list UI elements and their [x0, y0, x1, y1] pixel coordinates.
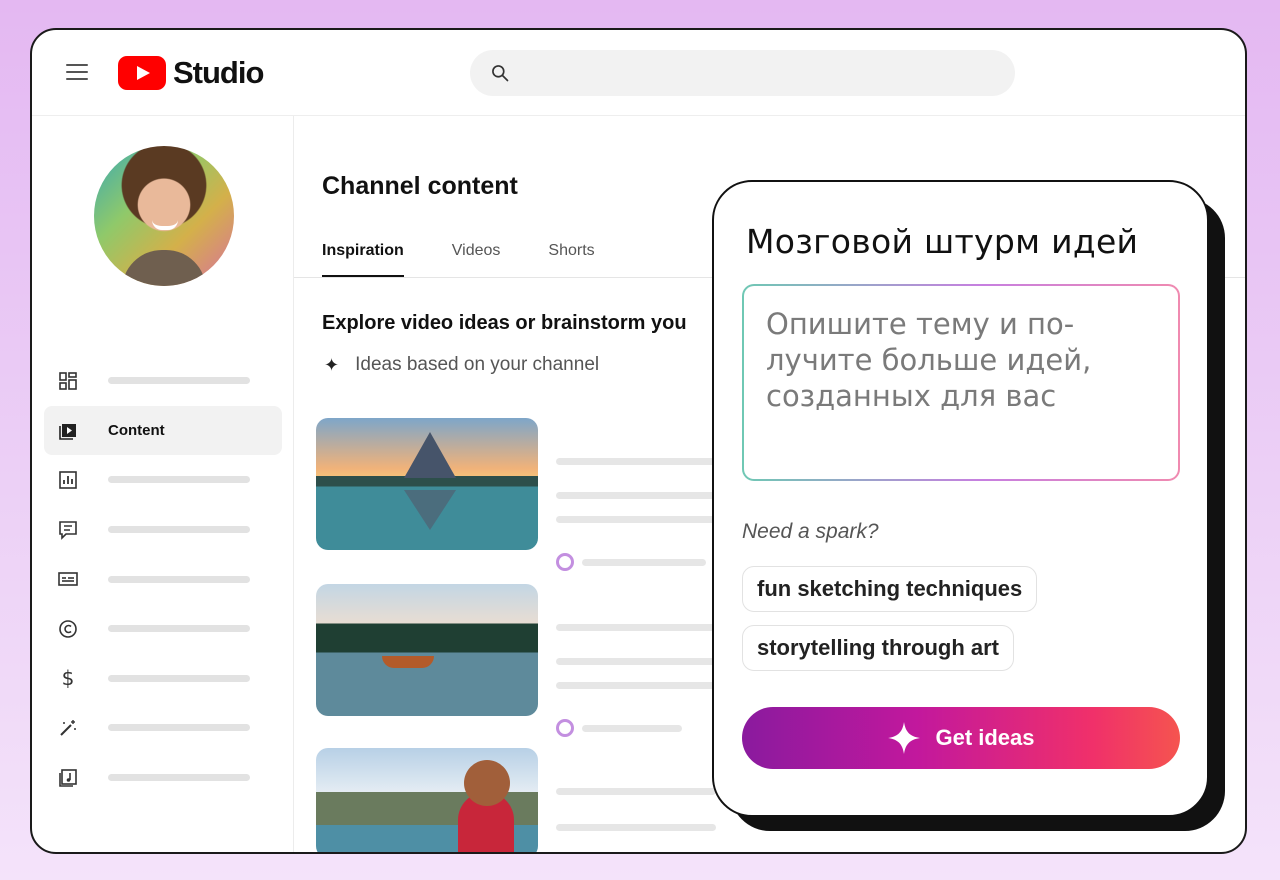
sidebar-item-placeholder — [108, 724, 250, 732]
sparkle-icon — [888, 722, 921, 754]
sparkle-icon: ✦ — [324, 354, 340, 375]
brainstorm-title: Мозговой штурм идей — [746, 222, 1139, 261]
idea-title-placeholder — [556, 458, 716, 465]
idea-text-placeholder — [556, 824, 716, 831]
idea-title-placeholder — [556, 788, 716, 795]
search-input[interactable] — [470, 50, 1015, 96]
content-icon — [59, 424, 76, 441]
tab-shorts[interactable]: Shorts — [548, 242, 594, 278]
suggestion-chip[interactable]: storytelling through art — [742, 625, 1014, 671]
topic-prompt-field[interactable] — [742, 284, 1180, 481]
tab-videos[interactable]: Videos — [452, 242, 501, 278]
suggestion-chip[interactable]: fun sketching techniques — [742, 566, 1038, 612]
loading-ring-icon — [556, 719, 574, 737]
sidebar-nav: Content $ — [44, 356, 282, 802]
idea-text-placeholder — [556, 682, 716, 689]
sidebar-item-audio-library[interactable] — [44, 753, 282, 803]
sidebar: Content $ — [32, 116, 294, 852]
thumbnail-reflection — [404, 490, 456, 530]
sidebar-item-customization[interactable] — [44, 703, 282, 753]
video-idea-thumbnail[interactable] — [316, 748, 538, 852]
topic-prompt-input[interactable] — [766, 306, 1156, 456]
tab-inspiration[interactable]: Inspiration — [322, 242, 404, 278]
idea-meta-placeholder — [582, 725, 682, 732]
sidebar-item-copyright[interactable] — [44, 604, 282, 654]
explore-heading: Explore video ideas or brainstorm you — [322, 312, 687, 334]
idea-meta-placeholder — [582, 559, 706, 566]
sidebar-item-placeholder — [108, 377, 250, 385]
sidebar-item-placeholder — [108, 774, 250, 782]
get-ideas-label: Get ideas — [935, 725, 1035, 750]
idea-text-placeholder — [556, 516, 716, 523]
get-ideas-button[interactable]: Get ideas — [742, 707, 1180, 769]
sidebar-item-dashboard[interactable] — [44, 356, 282, 406]
thumbnail-mountain — [404, 432, 456, 478]
sidebar-item-placeholder — [108, 526, 250, 534]
ideas-label: Ideas based on your channel — [355, 354, 600, 375]
sidebar-item-placeholder — [108, 625, 250, 633]
sidebar-item-earn[interactable]: $ — [44, 654, 282, 704]
sidebar-item-placeholder — [108, 674, 250, 682]
avatar-shirt — [122, 250, 206, 286]
idea-text-placeholder — [556, 658, 716, 665]
thumbnail-boat — [382, 656, 434, 668]
channel-avatar[interactable] — [94, 146, 234, 286]
sidebar-item-subtitles[interactable] — [44, 554, 282, 604]
dollar-icon: $ — [61, 666, 75, 691]
hamburger-menu-icon[interactable] — [66, 64, 88, 82]
sidebar-item-content[interactable]: Content — [44, 405, 282, 456]
youtube-play-icon — [118, 56, 166, 90]
need-a-spark-label: Need a spark? — [742, 520, 879, 543]
top-bar: Studio — [32, 30, 1245, 116]
video-idea-thumbnail[interactable] — [316, 418, 538, 550]
ideas-based-on-channel: ✦ Ideas based on your channel — [324, 354, 599, 376]
comments-icon — [59, 520, 77, 540]
search-icon[interactable] — [490, 63, 510, 83]
magic-wand-icon — [60, 719, 76, 736]
sidebar-item-placeholder — [108, 476, 250, 484]
youtube-studio-logo[interactable]: Studio — [118, 55, 264, 91]
audio-library-icon — [59, 768, 77, 787]
logo-text: Studio — [173, 55, 264, 90]
sidebar-item-analytics[interactable] — [44, 455, 282, 505]
video-idea-thumbnail[interactable] — [316, 584, 538, 716]
idea-text-placeholder — [556, 492, 716, 499]
avatar-smile — [152, 220, 178, 230]
subtitles-icon — [58, 572, 78, 586]
dashboard-icon — [59, 371, 77, 390]
content-tabs: Inspiration Videos Shorts — [322, 242, 595, 278]
analytics-icon — [59, 471, 77, 489]
loading-ring-icon — [556, 553, 574, 571]
copyright-icon — [59, 619, 77, 638]
sidebar-item-label: Content — [108, 421, 165, 439]
thumbnail-hair — [464, 760, 510, 806]
page-title: Channel content — [322, 172, 518, 200]
idea-title-placeholder — [556, 624, 716, 631]
brainstorm-card: Мозговой штурм идей Need a spark? fun sk… — [712, 180, 1209, 817]
sidebar-item-placeholder — [108, 575, 250, 583]
sidebar-item-comments[interactable] — [44, 505, 282, 555]
